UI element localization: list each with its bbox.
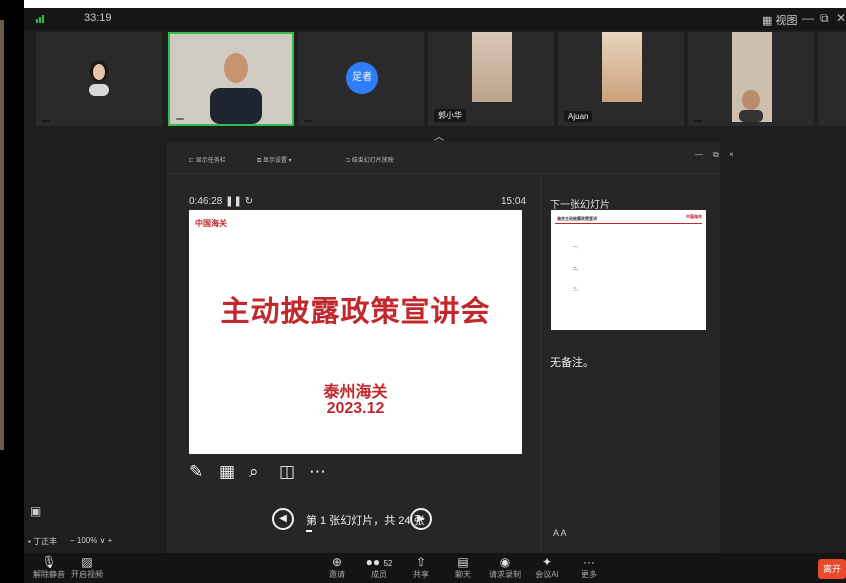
end-slideshow[interactable]: ⊐ 结束幻灯片放映 [345,155,394,164]
slide-date: 2023.12 [326,400,385,417]
minimize-icon[interactable]: — [802,11,814,25]
speaker-notes: 无备注。 [550,357,594,369]
next-slide-label: 下一张幻灯片 [550,200,610,211]
self-name: ▪ 丁正丰 [28,537,58,546]
participant-tile[interactable]: 足者 [298,32,424,126]
zoom-level[interactable]: − 100% ∨ + [70,536,112,545]
slides-grid-icon[interactable]: ▦ [219,462,235,482]
participant-name [42,120,50,122]
slide-counter: 第 1 张幻灯片，共 24 张 [306,515,425,527]
slide-progress [306,530,312,532]
prev-slide-icon[interactable]: ◀ [272,508,294,530]
next-slide-thumbnail[interactable]: 海关主动披露政策宣讲 中国海关 一、 二、 三、 [551,210,706,330]
presenter-toolbar: ⊏ 显示任务栏 ⧉ 显示设置 ▾ ⊐ 结束幻灯片放映 — ⧉ × [167,142,734,174]
divider [540,176,541,552]
participant-name [176,118,184,120]
view-button[interactable]: ▦ 视图 [762,12,797,28]
more-icon: ··· [583,555,595,569]
zoom-icon[interactable]: ⌕ [249,462,259,482]
slide-navigation: ◀ 第 1 张幻灯片，共 24 张 ▶ [272,508,452,536]
notes-icon[interactable]: ▣ [30,504,41,518]
close-icon[interactable]: × [729,150,734,159]
next-slide-item: 二、 [573,266,581,271]
next-slide-item: 三、 [573,286,581,291]
restore-icon[interactable]: ⧉ [713,150,719,160]
signal-icon [36,15,44,23]
bottom-toolbar: 🎙 解除静音 ▨ 开启视频 ⊕ 邀请 ●● 52 成员 ⇧ 共享 ▤ 聊天 ◉ 请求录制 ✦ 会… [24,553,846,583]
slide-title: 主动披露政策宣讲会 [220,296,491,328]
participant-name: 郭小华 [434,109,466,122]
video-button[interactable]: ▨ 开启视频 [62,555,112,580]
participant-name: Ajuan [564,111,593,122]
divider [555,223,702,224]
taskbar-toggle[interactable]: ⊏ 显示任务栏 [189,155,226,164]
participant-name [694,120,702,122]
pointer-icon[interactable]: ◫ [279,462,295,482]
next-slide-item: 一、 [573,244,581,249]
participant-tile-active[interactable] [168,32,294,126]
participant-tile[interactable] [36,32,162,126]
close-icon[interactable]: ✕ [836,11,846,25]
speaker-video-icon [210,53,262,124]
participant-video-icon [739,90,763,122]
restore-icon[interactable]: ⧉ [820,11,829,26]
leave-button[interactable]: 离开 [818,559,846,579]
camera-icon: ▨ [81,555,93,569]
more-options-icon[interactable]: ⋯ [309,462,326,482]
participant-strip: 足者 郭小华 Ajuan [24,32,846,126]
initials-avatar: 足者 [346,62,378,94]
more-button[interactable]: ··· 更多 [564,555,614,580]
participant-name [304,120,312,122]
elapsed-time: 0:46:28 ❚❚ ↻ [189,196,254,207]
participant-tile[interactable]: Ajuan [558,32,684,126]
next-slide-icon[interactable]: ▶ [410,508,432,530]
minimize-icon[interactable]: — [695,150,703,159]
participant-tile[interactable] [818,32,846,126]
slide-org: 泰州海关 [323,384,388,401]
top-bar: 33:19 ▦ 视图 — ⧉ ✕ [24,8,846,30]
participant-tile[interactable] [688,32,814,126]
participant-tile[interactable]: 郭小华 [428,32,554,126]
collapse-strip-icon[interactable]: ︿ [434,128,444,143]
customs-logo: 中国海关 [686,214,702,219]
presenter-view: ⊏ 显示任务栏 ⧉ 显示设置 ▾ ⊐ 结束幻灯片放映 — ⧉ × 0:46:28… [167,142,734,553]
next-slide-heading: 海关主动披露政策宣讲 [557,216,597,221]
current-slide: 中国海关 主动披露政策宣讲会 泰州海关 2023.12 [189,210,522,454]
meeting-timer: 33:19 [84,12,112,24]
left-edge [0,0,24,583]
customs-logo: 中国海关 [195,219,227,228]
meeting-window: 33:19 ▦ 视图 — ⧉ ✕ 足者 郭小华 Ajuan ︿ ⊏ 显示任务栏 … [24,8,846,583]
clock: 15:04 [501,196,527,207]
pen-icon[interactable]: ✎ [189,462,203,482]
person-avatar-icon [89,60,109,96]
font-size-controls[interactable]: A A [553,528,567,538]
display-settings[interactable]: ⧉ 显示设置 ▾ [257,155,292,165]
